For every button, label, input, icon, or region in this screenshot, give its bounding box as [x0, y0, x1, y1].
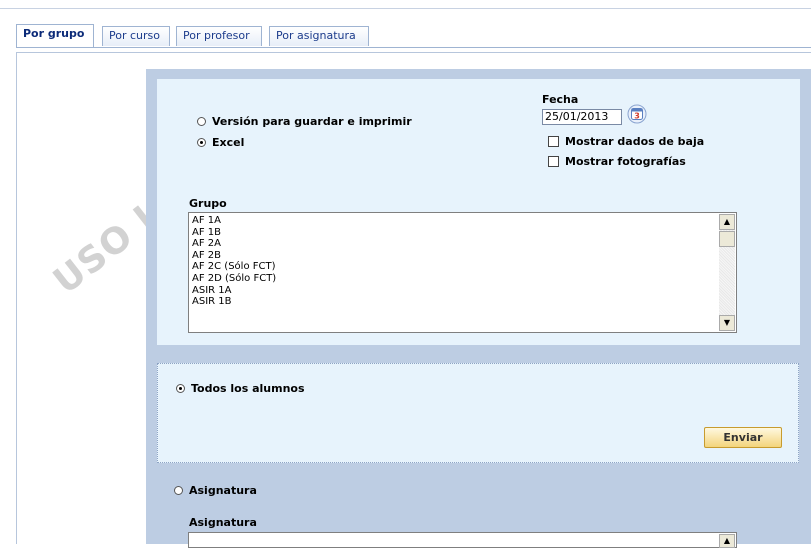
top-divider [0, 8, 811, 9]
fecha-label: Fecha [542, 93, 579, 106]
calendar-day: 3 [634, 112, 640, 121]
list-item[interactable]: AF 2B [192, 250, 276, 262]
tab-strip: Por grupo Por curso Por profesor Por asi… [16, 24, 811, 48]
excel-radio[interactable] [197, 138, 206, 147]
asignatura-listbox[interactable]: ▲ [188, 532, 737, 548]
asignatura-field-label: Asignatura [189, 516, 257, 529]
asignatura-radio-label: Asignatura [189, 484, 257, 497]
asignatura-radio[interactable] [174, 486, 183, 495]
list-item[interactable]: AF 2C (Sólo FCT) [192, 261, 276, 273]
grupo-label: Grupo [189, 197, 227, 210]
mostrar-fotos-checkbox[interactable] [548, 156, 559, 167]
scroll-up-icon[interactable]: ▲ [719, 534, 735, 548]
tab-por-grupo[interactable]: Por grupo [16, 24, 94, 48]
excel-option[interactable]: Excel [197, 136, 244, 149]
alumnos-box [157, 363, 799, 463]
mostrar-fotos-option[interactable]: Mostrar fotografías [548, 155, 686, 168]
grupo-scrollbar[interactable]: ▲ ▼ [719, 214, 735, 331]
list-item[interactable]: AF 2D (Sólo FCT) [192, 273, 276, 285]
list-item[interactable]: AF 2A [192, 238, 276, 250]
list-item[interactable]: ASIR 1A [192, 285, 276, 297]
list-item[interactable]: ASIR 1B [192, 296, 276, 308]
print-version-radio[interactable] [197, 117, 206, 126]
tab-por-profesor[interactable]: Por profesor [176, 26, 262, 46]
tab-underline [16, 47, 811, 48]
calendar-icon[interactable]: 3 [627, 104, 647, 124]
excel-label: Excel [212, 136, 245, 149]
todos-alumnos-label: Todos los alumnos [191, 382, 305, 395]
list-item[interactable]: AF 1A [192, 215, 276, 227]
scroll-thumb[interactable] [719, 231, 735, 247]
list-item[interactable]: AF 1B [192, 227, 276, 239]
mostrar-baja-option[interactable]: Mostrar dados de baja [548, 135, 704, 148]
grupo-items: AF 1A AF 1B AF 2A AF 2B AF 2C (Sólo FCT)… [192, 215, 276, 308]
todos-alumnos-option[interactable]: Todos los alumnos [176, 382, 305, 395]
print-version-label: Versión para guardar e imprimir [212, 115, 412, 128]
print-version-option[interactable]: Versión para guardar e imprimir [197, 115, 412, 128]
enviar-button[interactable]: Enviar [704, 427, 782, 448]
mostrar-baja-label: Mostrar dados de baja [565, 135, 705, 148]
fecha-input[interactable]: 25/01/2013 [542, 109, 622, 125]
scroll-up-icon[interactable]: ▲ [719, 214, 735, 230]
grupo-listbox[interactable]: AF 1A AF 1B AF 2A AF 2B AF 2C (Sólo FCT)… [188, 212, 737, 333]
tab-por-asignatura[interactable]: Por asignatura [269, 26, 369, 46]
tab-por-curso[interactable]: Por curso [102, 26, 170, 46]
asignatura-option[interactable]: Asignatura [174, 484, 257, 497]
mostrar-fotos-label: Mostrar fotografías [565, 155, 686, 168]
todos-alumnos-radio[interactable] [176, 384, 185, 393]
scroll-down-icon[interactable]: ▼ [719, 315, 735, 331]
mostrar-baja-checkbox[interactable] [548, 136, 559, 147]
